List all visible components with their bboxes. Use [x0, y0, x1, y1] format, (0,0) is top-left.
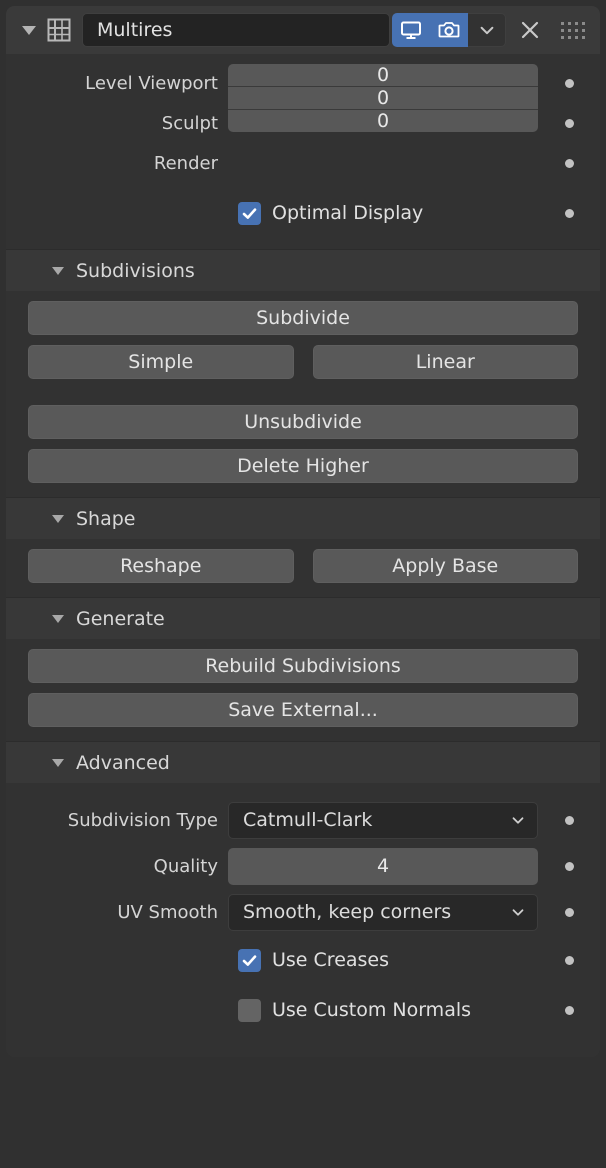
use-creases-animate-decorator[interactable]: [538, 955, 600, 965]
level-viewport-input[interactable]: 0: [228, 64, 538, 86]
multires-grid-icon: [44, 15, 74, 45]
section-header-advanced[interactable]: Advanced: [6, 741, 600, 783]
unsubdivide-button[interactable]: Unsubdivide: [28, 405, 578, 439]
section-header-subdivisions[interactable]: Subdivisions: [6, 249, 600, 291]
levels-section: Level Viewport Sculpt Render 0 0 0 Optim…: [6, 54, 600, 249]
subdivide-mode-button-row: Simple Linear: [6, 345, 600, 379]
check-icon: [242, 207, 257, 219]
save-external-button-row: Save External...: [6, 693, 600, 727]
unsubdivide-button-row: Unsubdivide: [6, 405, 600, 439]
sculpt-label-row: Sculpt: [161, 112, 218, 134]
quality-label: Quality: [153, 855, 218, 877]
use-custom-normals-label: Use Custom Normals: [272, 999, 472, 1021]
expand-collapse-toggle[interactable]: [18, 20, 44, 41]
section-title-advanced: Advanced: [76, 751, 170, 774]
section-title-generate: Generate: [76, 607, 165, 630]
chevron-down-icon: [512, 817, 524, 824]
subdivide-button[interactable]: Subdivide: [28, 301, 578, 335]
quality-input[interactable]: 4: [228, 847, 538, 885]
subdivision-type-row: Subdivision Type Catmull-Clark: [6, 797, 600, 843]
uv-smooth-row: UV Smooth Smooth, keep corners: [6, 889, 600, 935]
chevron-down-icon: [512, 909, 524, 916]
section-body-advanced: Subdivision Type Catmull-Clark Quality 4: [6, 783, 600, 1057]
use-creases-checkbox[interactable]: [238, 948, 261, 972]
subdivision-type-label: Subdivision Type: [67, 809, 218, 831]
multires-modifier-frame: Multires Level Viewport Sculpt Render 0 …: [6, 6, 600, 1057]
shape-button-row: Reshape Apply Base: [6, 549, 600, 583]
delete-higher-button[interactable]: Delete Higher: [28, 449, 578, 483]
use-custom-normals-animate-decorator[interactable]: [538, 1005, 600, 1015]
use-creases-label: Use Creases: [272, 949, 390, 971]
linear-button[interactable]: Linear: [312, 345, 578, 379]
level-viewport-label-row: Level Viewport: [85, 73, 218, 94]
render-label-row: Render: [153, 152, 218, 174]
subdivision-type-dropdown[interactable]: Catmull-Clark: [228, 801, 538, 839]
use-custom-normals-checkbox[interactable]: [238, 998, 261, 1022]
uv-smooth-dropdown[interactable]: Smooth, keep corners: [228, 893, 538, 931]
section-title-shape: Shape: [76, 507, 136, 530]
use-creases-row: Use Creases: [6, 935, 600, 985]
rebuild-subdivisions-button-row: Rebuild Subdivisions: [6, 649, 600, 683]
section-body-shape: Reshape Apply Base: [6, 539, 600, 597]
close-x-icon: [521, 21, 539, 39]
section-header-shape[interactable]: Shape: [6, 497, 600, 539]
triangle-down-icon: [22, 25, 36, 35]
modifier-header: Multires: [6, 6, 600, 54]
optimal-display-row: Optimal Display: [6, 193, 600, 233]
render-level-input[interactable]: 0: [228, 109, 538, 132]
section-header-generate[interactable]: Generate: [6, 597, 600, 639]
optimal-display-label: Optimal Display: [272, 202, 424, 224]
simple-button[interactable]: Simple: [28, 345, 294, 379]
level-viewport-animate-decorator[interactable]: [538, 64, 600, 103]
uv-smooth-value: Smooth, keep corners: [243, 901, 452, 923]
subdivide-button-row: Subdivide: [6, 301, 600, 335]
section-body-subdivisions: Subdivide Simple Linear Unsubdivide Dele…: [6, 291, 600, 497]
check-icon: [242, 954, 257, 966]
modifier-name-input[interactable]: Multires: [82, 13, 390, 47]
section-title-subdivisions: Subdivisions: [76, 259, 195, 282]
delete-modifier-button[interactable]: [510, 13, 550, 47]
use-custom-normals-row: Use Custom Normals: [6, 985, 600, 1035]
apply-base-button[interactable]: Apply Base: [312, 549, 578, 583]
save-external-button[interactable]: Save External...: [28, 693, 578, 727]
optimal-display-checkbox[interactable]: [238, 201, 261, 225]
rebuild-subdivisions-button[interactable]: Rebuild Subdivisions: [28, 649, 578, 683]
reshape-button[interactable]: Reshape: [28, 549, 294, 583]
modifier-extras-menu-button[interactable]: [468, 13, 506, 47]
uv-smooth-label: UV Smooth: [117, 901, 218, 923]
section-body-generate: Rebuild Subdivisions Save External...: [6, 639, 600, 741]
render-animate-decorator[interactable]: [538, 143, 600, 183]
quality-animate-decorator[interactable]: [538, 861, 600, 871]
chevron-down-icon: [480, 26, 493, 35]
quality-row: Quality 4: [6, 843, 600, 889]
sculpt-animate-decorator[interactable]: [538, 103, 600, 143]
subdivision-type-animate-decorator[interactable]: [538, 815, 600, 825]
modifier-name-value: Multires: [97, 19, 173, 41]
optimal-display-animate-decorator[interactable]: [538, 208, 600, 218]
display-in-viewport-icon[interactable]: [392, 13, 430, 47]
modifier-properties-panel: Multires Level Viewport Sculpt Render 0 …: [0, 0, 606, 1168]
sculpt-level-input[interactable]: 0: [228, 86, 538, 109]
drag-grip-icon[interactable]: [554, 15, 592, 45]
uv-smooth-animate-decorator[interactable]: [538, 907, 600, 917]
triangle-down-icon: [52, 758, 64, 767]
delete-higher-button-row: Delete Higher: [6, 449, 600, 483]
quality-value: 4: [376, 855, 390, 877]
render-icon[interactable]: [430, 13, 468, 47]
triangle-down-icon: [52, 266, 64, 275]
subdivision-type-value: Catmull-Clark: [243, 809, 373, 831]
triangle-down-icon: [52, 614, 64, 623]
triangle-down-icon: [52, 514, 64, 523]
